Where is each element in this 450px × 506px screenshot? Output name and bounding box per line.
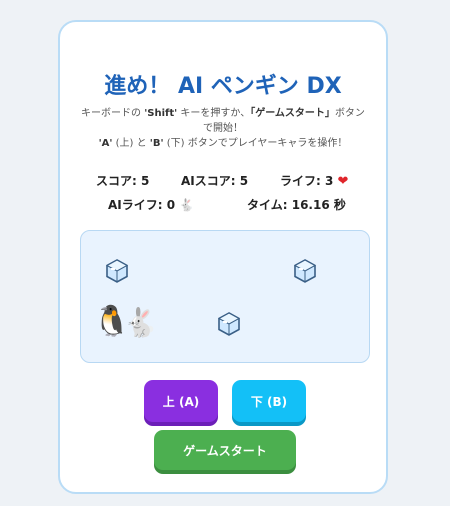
page-title: 進め！ AI ペンギン DX [104, 74, 342, 99]
start-quote-label: 「ゲームスタート」 [250, 108, 335, 119]
score-display: スコア: 5 [96, 172, 149, 189]
lives-text: ライフ: 3 [280, 174, 334, 188]
instructions: キーボードの 'Shift' キーを押すか、「ゲームスタート」ボタンで開始！ '… [78, 106, 368, 151]
rabbit-icon: 🐇 [179, 198, 195, 212]
down-button[interactable]: 下 (B) [232, 380, 306, 422]
ice-cube-icon [105, 259, 129, 283]
ice-cube-icon [293, 259, 317, 283]
instructions-text: キーを押すか、 [177, 108, 251, 119]
ai-score-display: AIスコア: 5 [181, 172, 248, 189]
game-card: 進め！ AI ペンギン DX キーボードの 'Shift' キーを押すか、「ゲー… [58, 20, 388, 494]
score-text: スコア: 5 [96, 174, 150, 188]
time-text: タイム: 16.16 秒 [247, 198, 346, 212]
shift-key-label: 'Shift' [144, 108, 178, 119]
ai-lives-display: AIライフ: 0 🐇 [108, 196, 194, 213]
instructions-text: (上) と [112, 138, 150, 149]
ice-cube-icon [217, 312, 241, 336]
instructions-text: キーボードの [81, 108, 145, 119]
b-key-label: 'B' [149, 138, 164, 149]
heart-icon: ❤ [337, 174, 349, 189]
ai-score-text: AIスコア: 5 [181, 174, 249, 188]
game-field: 🐧 🐇 [80, 230, 370, 363]
up-button[interactable]: 上 (A) [144, 380, 218, 422]
rabbit-icon: 🐇 [123, 306, 158, 339]
a-key-label: 'A' [98, 138, 113, 149]
ai-lives-text: AIライフ: 0 [108, 198, 176, 212]
start-button[interactable]: ゲームスタート [154, 430, 296, 470]
instructions-text: (下) ボタンでプレイヤーキャラを操作！ [163, 138, 348, 149]
time-display: タイム: 16.16 秒 [247, 196, 346, 213]
lives-display: ライフ: 3 ❤ [280, 172, 348, 189]
